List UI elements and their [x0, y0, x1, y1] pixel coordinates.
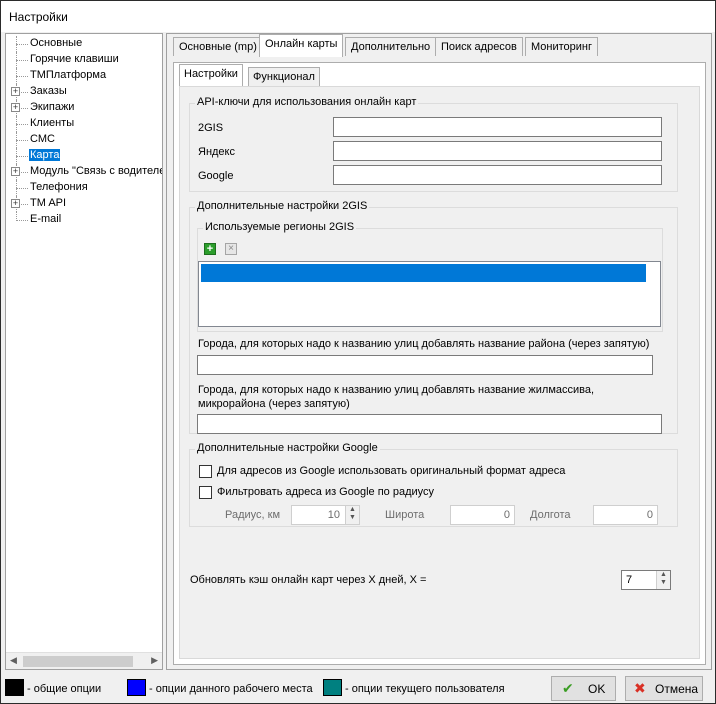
scroll-right-icon[interactable]: ▶ [151, 655, 158, 666]
online-maps-page: Настройки Функционал API-ключи для испол… [173, 62, 706, 665]
tree-item-label: ТМПлатформа [30, 69, 107, 81]
tree-item-label: Горячие клавиши [30, 53, 119, 65]
microdistrict-input[interactable] [197, 414, 662, 434]
tree-item-driver-module[interactable]: + Модуль "Связь с водителем" [6, 164, 162, 180]
legend-workplace-label: - опции данного рабочего места [149, 683, 313, 695]
tree-item-label: Карта [29, 149, 61, 161]
api-yandex-input[interactable] [333, 141, 662, 161]
cancel-button[interactable]: ✖ Отмена [625, 676, 703, 701]
scroll-thumb[interactable] [23, 656, 133, 667]
ok-button[interactable]: ✔ OK [551, 676, 616, 701]
tree-item-crews[interactable]: + Экипажи [6, 100, 162, 116]
subtab-settings[interactable]: Настройки [179, 64, 243, 86]
tree-item-basic[interactable]: Основные [6, 36, 162, 52]
api-google-input[interactable] [333, 165, 662, 185]
legend-general-label: - общие опции [27, 683, 102, 695]
microdistrict-label-line2: микрорайона (через запятую) [198, 398, 350, 410]
tree-item-tmplatform[interactable]: ТМПлатформа [6, 68, 162, 84]
radius-spinner-icon[interactable]: ▲ ▼ [345, 506, 359, 524]
scroll-left-icon[interactable]: ◀ [10, 655, 17, 666]
tree-item-telephony[interactable]: Телефония [6, 180, 162, 196]
tab-address-search[interactable]: Поиск адресов [435, 37, 523, 56]
cancel-button-label: Отмена [655, 682, 699, 696]
district-input[interactable] [197, 355, 653, 375]
tree-item-label: Клиенты [30, 117, 75, 129]
api-yandex-label: Яндекс [198, 146, 235, 158]
original-format-checkbox[interactable] [199, 465, 212, 478]
list-item[interactable] [201, 264, 646, 282]
tree-item-label: СМС [30, 133, 55, 145]
longitude-input[interactable]: 0 [593, 505, 658, 525]
cache-label: Обновлять кэш онлайн карт через X дней, … [190, 574, 427, 586]
original-format-label: Для адресов из Google использовать ориги… [217, 465, 566, 477]
api-2gis-input[interactable] [333, 117, 662, 137]
expand-icon[interactable]: + [11, 167, 20, 176]
latitude-label: Широта [385, 509, 425, 521]
legend-color-user [323, 679, 342, 696]
tree-item-label: Экипажи [30, 101, 75, 113]
longitude-label: Долгота [530, 509, 571, 521]
regions-list[interactable] [198, 261, 661, 327]
legend-user-label: - опции текущего пользователя [345, 683, 505, 695]
add-region-icon[interactable]: + [204, 243, 216, 255]
microdistrict-label-line1: Города, для которых надо к названию улиц… [198, 384, 595, 396]
tree-item-label: Модуль "Связь с водителем" [30, 165, 163, 177]
ok-button-label: OK [588, 682, 606, 696]
district-label: Города, для которых надо к названию улиц… [198, 338, 650, 350]
checkmark-icon: ✔ [562, 680, 574, 696]
api-keys-title: API-ключи для использования онлайн карт [195, 96, 419, 108]
tree-horizontal-scrollbar[interactable]: ◀ ▶ [6, 652, 162, 669]
tree-item-label: E-mail [30, 213, 62, 225]
tree-item-label: Телефония [30, 181, 88, 193]
regions-title: Используемые регионы 2GIS [203, 221, 357, 233]
tree-item-map[interactable]: Карта [6, 148, 162, 164]
settings-tree[interactable]: Основные Горячие клавиши ТМПлатформа + З… [5, 33, 163, 670]
settings-panel: Основные (mp) Онлайн карты Дополнительно… [166, 33, 712, 670]
tab-online-maps[interactable]: Онлайн карты [259, 34, 344, 57]
legend-color-workplace [127, 679, 146, 696]
api-google-label: Google [198, 170, 234, 182]
radius-filter-checkbox[interactable] [199, 486, 212, 499]
tree-item-label: TM API [30, 197, 67, 209]
tree-item-label: Заказы [30, 85, 67, 97]
tree-item-orders[interactable]: + Заказы [6, 84, 162, 100]
expand-icon[interactable]: + [11, 103, 20, 112]
api-2gis-label: 2GIS [198, 122, 224, 134]
regions-group: Используемые регионы 2GIS + × [197, 221, 663, 332]
settings-subpage: API-ключи для использования онлайн карт … [179, 86, 700, 659]
delete-region-icon[interactable]: × [225, 243, 237, 255]
gis-group: Дополнительные настройки 2GIS Используем… [189, 200, 678, 434]
tab-additional[interactable]: Дополнительно [345, 37, 437, 56]
legend-color-general [5, 679, 24, 696]
tree-item-sms[interactable]: СМС [6, 132, 162, 148]
google-title: Дополнительные настройки Google [195, 442, 380, 454]
gis-title: Дополнительные настройки 2GIS [195, 200, 370, 212]
tab-basic-mp[interactable]: Основные (mp) [173, 37, 263, 56]
tree-item-hotkeys[interactable]: Горячие клавиши [6, 52, 162, 68]
cache-spinner-icon[interactable]: ▲ ▼ [656, 571, 670, 589]
cancel-x-icon: ✖ [634, 680, 646, 696]
expand-icon[interactable]: + [11, 199, 20, 208]
window-title: Настройки [1, 1, 715, 32]
tab-monitoring[interactable]: Мониторинг [525, 37, 599, 56]
radius-label: Радиус, км [225, 509, 281, 521]
settings-window: Настройки Основные Горячие клавиши ТМПла… [0, 0, 716, 704]
tree-item-label: Основные [30, 37, 83, 49]
latitude-input[interactable]: 0 [450, 505, 515, 525]
tree-item-clients[interactable]: Клиенты [6, 116, 162, 132]
radius-filter-label: Фильтровать адреса из Google по радиусу [217, 486, 435, 498]
google-group: Дополнительные настройки Google Для адре… [189, 442, 678, 527]
tree-item-tm-api[interactable]: + TM API [6, 196, 162, 212]
api-keys-group: API-ключи для использования онлайн карт … [189, 96, 678, 192]
subtab-functional[interactable]: Функционал [248, 67, 320, 86]
tree-item-email[interactable]: E-mail [6, 212, 162, 228]
expand-icon[interactable]: + [11, 87, 20, 96]
